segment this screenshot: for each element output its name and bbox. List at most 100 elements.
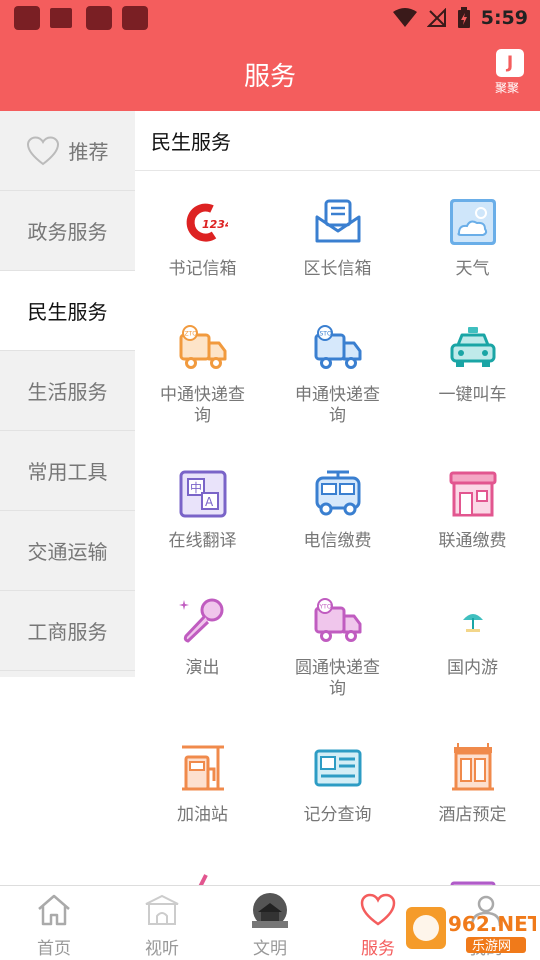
service-item-label: 书记信箱 (168, 259, 237, 279)
service-item-label: 天气 (455, 259, 490, 279)
sto-truck-icon: STO (314, 325, 361, 369)
service-item-label: 联通缴费 (438, 531, 507, 551)
service-item-label: 记分查询 (303, 805, 372, 825)
brand-label: 聚聚 (494, 81, 519, 95)
tab-home[interactable]: 首页 (0, 886, 108, 960)
sidebar-item-livelihood[interactable]: 民生服务 (0, 271, 135, 351)
tab-label: 文明 (253, 939, 287, 959)
service-item-label: 酒店预定 (438, 805, 507, 825)
service-item-unicom-payment[interactable]: 联通缴费 (405, 469, 540, 552)
no-signal-icon (426, 8, 446, 27)
notification-icon (122, 6, 148, 30)
sidebar-item-business[interactable]: 工商服务 (0, 591, 135, 671)
service-item-hail-taxi[interactable]: 一键叫车 (405, 323, 540, 406)
tab-civilization[interactable]: 文明 (216, 886, 324, 960)
page-title: 服务 (243, 62, 296, 92)
service-item-label: 国内游 (447, 658, 498, 678)
status-bar: 5:59 (0, 0, 540, 36)
battery-icon (457, 7, 470, 28)
mail-envelope-icon (315, 199, 360, 243)
yto-truck-icon: YTO (314, 598, 361, 642)
sidebar-item-tools[interactable]: 常用工具 (0, 431, 135, 511)
gate-icon (145, 894, 179, 925)
svg-text:YTO: YTO (318, 604, 331, 611)
weather-icon (449, 199, 496, 245)
beach-umbrella-icon (462, 614, 483, 632)
service-item-driving-points[interactable]: 记分查询 (270, 743, 405, 826)
tab-label: 首页 (37, 939, 71, 959)
sidebar-item-label: 政务服务 (27, 220, 108, 244)
sidebar-item-label: 生活服务 (27, 380, 108, 404)
svg-text:STO: STO (319, 331, 331, 338)
store-icon (449, 471, 496, 517)
service-item-label: 区长信箱 (303, 259, 372, 279)
status-time: 5:59 (480, 7, 528, 29)
service-item-label: 加油站 (177, 805, 228, 825)
id-card-icon (314, 749, 361, 787)
service-item-gas-station[interactable]: 加油站 (135, 743, 270, 826)
service-item-weather[interactable]: 天气 (405, 197, 540, 280)
service-item-label: 圆通快递查询 (295, 658, 380, 699)
service-item-label: 电信缴费 (303, 531, 372, 551)
service-item-sto-express[interactable]: STO 申通快递查询 (270, 323, 405, 427)
service-item-yto-express[interactable]: YTO 圆通快递查询 (270, 596, 405, 700)
svg-text:中: 中 (190, 480, 202, 495)
svg-text:ZTO: ZTO (184, 331, 197, 338)
svg-text:A: A (205, 495, 214, 509)
sidebar-item-recommend[interactable]: 推荐 (0, 111, 135, 191)
category-sidebar: 推荐 政务服务 民生服务 生活服务 常用工具 交通运输 工商服务 (0, 111, 135, 677)
unknown-service-icon (198, 874, 208, 885)
microphone-icon (178, 598, 223, 643)
sidebar-item-life[interactable]: 生活服务 (0, 351, 135, 431)
sidebar-item-government[interactable]: 政务服务 (0, 191, 135, 271)
tab-label: 视听 (145, 939, 179, 959)
service-item-hotel-booking[interactable]: 酒店预定 (405, 743, 540, 826)
heart-outline-icon (26, 135, 59, 165)
zto-truck-icon: ZTO (179, 325, 226, 369)
bus-icon (315, 470, 360, 516)
svg-text:乐游网: 乐游网 (472, 939, 511, 954)
service-item-label: 在线翻译 (168, 531, 237, 551)
app-bar: 服务 J 聚聚 (0, 36, 540, 111)
watermark-logo: 962.NET 乐游网 (406, 907, 536, 954)
service-item-partial[interactable] (405, 871, 540, 885)
home-icon (38, 894, 70, 926)
taxi-icon (450, 327, 495, 367)
sidebar-item-label: 常用工具 (27, 460, 108, 484)
sidebar-item-transport[interactable]: 交通运输 (0, 511, 135, 591)
service-item-performance[interactable]: 演出 (135, 596, 270, 679)
service-item-label: 一键叫车 (438, 385, 507, 405)
service-item-label: 演出 (185, 658, 220, 678)
gas-station-icon (181, 745, 224, 791)
service-item-telecom-payment[interactable]: 电信缴费 (270, 469, 405, 552)
service-item-partial[interactable] (135, 871, 270, 885)
service-item-domestic-travel[interactable]: 国内游 (405, 596, 540, 679)
heart-icon (360, 893, 396, 926)
tab-audiovisual[interactable]: 视听 (108, 886, 216, 960)
wifi-icon (392, 8, 417, 27)
sidebar-item-label: 推荐 (68, 140, 109, 164)
unknown-service-icon (450, 881, 495, 885)
notification-icon (14, 6, 40, 30)
service-item-secretary-mailbox[interactable]: 12345 书记信箱 (135, 197, 270, 280)
service-content: 民生服务 12345 书记信箱 区长信箱 天气 ZTO 中通快递查询 STO 申… (135, 111, 540, 885)
sidebar-item-label: 交通运输 (27, 540, 108, 564)
service-item-label: 中通快递查询 (160, 385, 245, 426)
svg-text:12345: 12345 (202, 218, 228, 231)
sidebar-item-label: 工商服务 (27, 620, 108, 644)
brand-button[interactable]: J 聚聚 (494, 49, 526, 96)
notification-icon (86, 6, 112, 30)
12345-hotline-icon: 12345 (186, 203, 240, 242)
hotel-icon (451, 743, 494, 791)
brand-logo-icon: J (496, 49, 524, 77)
service-item-district-mailbox[interactable]: 区长信箱 (270, 197, 405, 280)
sidebar-item-label: 民生服务 (27, 300, 108, 324)
svg-text:962.NET: 962.NET (448, 912, 536, 936)
notification-icon (50, 8, 72, 28)
translate-icon: 中A (179, 470, 226, 518)
service-item-translate[interactable]: 中A 在线翻译 (135, 469, 270, 552)
service-item-zto-express[interactable]: ZTO 中通快递查询 (135, 323, 270, 427)
section-title: 民生服务 (135, 111, 540, 171)
service-item-label: 申通快递查询 (295, 385, 380, 426)
landmark-avatar-icon (252, 893, 288, 928)
